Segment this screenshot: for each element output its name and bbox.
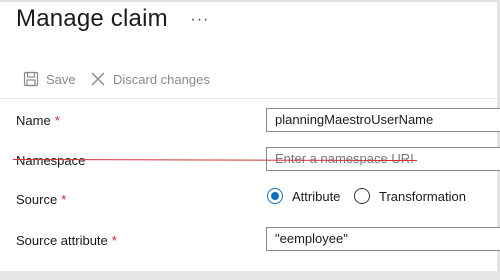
radio-unselected-icon bbox=[354, 188, 370, 204]
namespace-label: Namespace bbox=[16, 153, 86, 168]
close-icon bbox=[91, 72, 105, 86]
page-title: Manage claim bbox=[16, 5, 168, 32]
source-attribute-label: Source attribute * bbox=[16, 233, 117, 248]
name-input[interactable]: planningMaestroUserName bbox=[266, 108, 500, 132]
discard-changes-label: Discard changes bbox=[113, 71, 210, 87]
source-label: Source * bbox=[16, 192, 66, 207]
save-icon bbox=[23, 71, 39, 87]
source-attribute-input[interactable]: "eemployee" bbox=[266, 227, 500, 251]
radio-attribute[interactable]: Attribute bbox=[267, 186, 340, 206]
source-attribute-label-text: Source attribute bbox=[16, 233, 108, 248]
name-label: Name * bbox=[16, 113, 60, 128]
save-button[interactable]: Save bbox=[23, 66, 76, 92]
required-asterisk: * bbox=[61, 192, 67, 207]
discard-changes-button[interactable]: Discard changes bbox=[90, 66, 210, 92]
radio-attribute-label: Attribute bbox=[292, 188, 341, 204]
radio-transformation[interactable]: Transformation bbox=[354, 186, 466, 206]
toolbar-divider bbox=[0, 98, 497, 99]
save-button-label: Save bbox=[46, 71, 76, 87]
required-asterisk: * bbox=[111, 233, 117, 248]
radio-selected-icon bbox=[267, 188, 283, 204]
radio-transformation-label: Transformation bbox=[379, 188, 466, 204]
required-asterisk: * bbox=[54, 113, 60, 128]
more-options-button[interactable]: ··· bbox=[188, 10, 212, 30]
source-label-text: Source bbox=[16, 192, 58, 207]
name-label-text: Name bbox=[16, 113, 51, 128]
window-bottom-border bbox=[0, 271, 500, 280]
window-top-border bbox=[0, 0, 500, 2]
